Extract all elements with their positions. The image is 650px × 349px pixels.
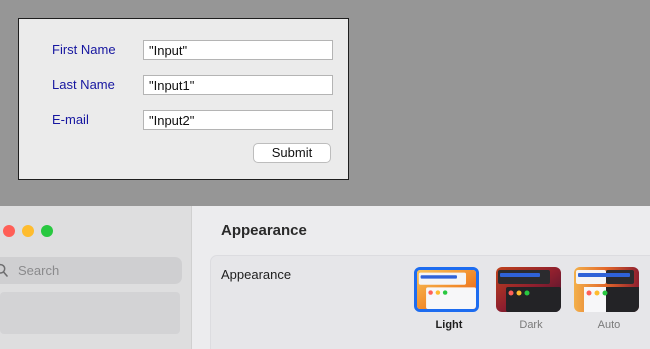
input-form: First Name Last Name E-mail Submit bbox=[18, 18, 349, 180]
email-row: E-mail bbox=[19, 110, 348, 130]
appearance-option-dark[interactable]: Dark bbox=[496, 267, 568, 331]
search-icon bbox=[0, 263, 8, 277]
dark-label: Dark bbox=[519, 319, 543, 331]
page-title: Appearance bbox=[221, 222, 307, 239]
main-pane: Appearance Appearance Light Dark Auto bbox=[192, 206, 650, 349]
submit-button[interactable]: Submit bbox=[253, 143, 331, 163]
appearance-label: Appearance bbox=[221, 267, 292, 282]
appearance-option-light[interactable]: Light bbox=[414, 267, 486, 331]
minimize-window-button[interactable] bbox=[22, 225, 34, 237]
search-placeholder: Search bbox=[18, 263, 60, 278]
appearance-card: Appearance Light Dark Auto bbox=[210, 255, 650, 349]
light-label: Light bbox=[435, 319, 463, 331]
auto-theme-thumbnail bbox=[574, 267, 639, 312]
last-name-label: Last Name bbox=[52, 77, 115, 92]
settings-window: Search Appearance Appearance Light Dark … bbox=[0, 206, 650, 349]
last-name-row: Last Name bbox=[19, 75, 348, 95]
close-window-button[interactable] bbox=[3, 225, 15, 237]
light-theme-thumbnail bbox=[414, 267, 479, 312]
first-name-row: First Name bbox=[19, 40, 348, 60]
sidebar-search-field[interactable]: Search bbox=[0, 257, 182, 284]
last-name-input[interactable] bbox=[143, 75, 333, 95]
email-input[interactable] bbox=[143, 110, 333, 130]
appearance-option-auto[interactable]: Auto bbox=[574, 267, 646, 331]
email-label: E-mail bbox=[52, 112, 89, 127]
auto-label: Auto bbox=[597, 319, 621, 331]
first-name-input[interactable] bbox=[143, 40, 333, 60]
zoom-window-button[interactable] bbox=[41, 225, 53, 237]
dark-theme-thumbnail bbox=[496, 267, 561, 312]
sidebar-selected-item[interactable] bbox=[0, 292, 180, 334]
sidebar: Search bbox=[0, 206, 192, 349]
first-name-label: First Name bbox=[52, 42, 116, 57]
